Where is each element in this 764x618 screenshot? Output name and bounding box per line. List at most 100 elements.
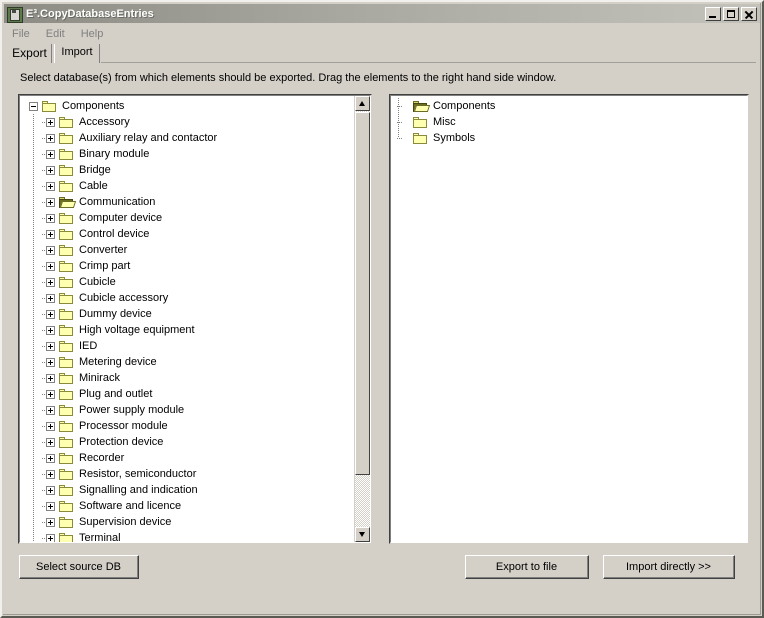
tree-item[interactable]: Dummy device	[20, 306, 370, 322]
expand-icon[interactable]	[46, 325, 55, 335]
tree-item[interactable]: Power supply module	[20, 402, 370, 418]
tree-item[interactable]: Signalling and indication	[20, 482, 370, 498]
tab-import[interactable]: Import	[54, 44, 100, 63]
select-source-db-button[interactable]: Select source DB	[19, 555, 139, 579]
folder-closed-icon	[59, 484, 75, 497]
scroll-down-icon[interactable]	[355, 527, 370, 542]
import-directly-button[interactable]: Import directly >>	[603, 555, 735, 579]
tree-item[interactable]: Components	[391, 98, 747, 114]
scroll-up-icon[interactable]	[355, 96, 370, 111]
expand-icon[interactable]	[46, 517, 55, 527]
tree-item[interactable]: Converter	[20, 242, 370, 258]
tree-item-label: Protection device	[79, 435, 164, 448]
tree-item[interactable]: Supervision device	[20, 514, 370, 530]
tree-item-label: Binary module	[79, 147, 150, 160]
menu-item-help[interactable]: Help	[81, 27, 112, 41]
tree-item[interactable]: Control device	[20, 226, 370, 242]
tree-item[interactable]: Cubicle accessory	[20, 290, 370, 306]
tab-underline	[101, 62, 756, 63]
tree-item[interactable]: Binary module	[20, 146, 370, 162]
tree-item-label: Power supply module	[79, 403, 185, 416]
expand-icon[interactable]	[46, 405, 55, 415]
target-tree[interactable]: Components Misc Symbols	[391, 98, 747, 146]
title-bar[interactable]: E³.CopyDatabaseEntries	[4, 4, 760, 23]
app-icon	[6, 6, 23, 23]
expand-icon[interactable]	[46, 373, 55, 383]
maximize-button[interactable]	[723, 6, 739, 21]
tab-strip: Export Import	[8, 44, 756, 64]
folder-closed-icon	[59, 532, 75, 542]
tree-item[interactable]: Recorder	[20, 450, 370, 466]
folder-closed-icon	[59, 132, 75, 145]
tree-item[interactable]: Accessory	[20, 114, 370, 130]
tree-item[interactable]: Crimp part	[20, 258, 370, 274]
folder-closed-icon	[59, 356, 75, 369]
folder-closed-icon	[59, 372, 75, 385]
expand-icon[interactable]	[46, 245, 55, 255]
tree-item-label: Software and licence	[79, 499, 182, 512]
tree-item[interactable]: Misc	[391, 114, 747, 130]
expand-icon[interactable]	[46, 293, 55, 303]
tree-item[interactable]: Cubicle	[20, 274, 370, 290]
expand-icon[interactable]	[46, 357, 55, 367]
expand-icon[interactable]	[46, 469, 55, 479]
tree-item[interactable]: Bridge	[20, 162, 370, 178]
close-button[interactable]	[741, 6, 757, 21]
source-tree-scrollbar[interactable]	[354, 96, 370, 542]
tree-item[interactable]: Minirack	[20, 370, 370, 386]
folder-closed-icon	[59, 452, 75, 465]
expand-icon[interactable]	[46, 421, 55, 431]
tree-item[interactable]: Processor module	[20, 418, 370, 434]
tree-item[interactable]: Communication	[20, 194, 370, 210]
collapse-icon[interactable]	[29, 101, 38, 111]
tree-item[interactable]: Computer device	[20, 210, 370, 226]
tree-item[interactable]: Plug and outlet	[20, 386, 370, 402]
folder-closed-icon	[59, 500, 75, 513]
tree-item[interactable]: Software and licence	[20, 498, 370, 514]
expand-icon[interactable]	[46, 261, 55, 271]
expand-icon[interactable]	[46, 341, 55, 351]
folder-closed-icon	[413, 116, 429, 129]
export-to-file-button[interactable]: Export to file	[465, 555, 589, 579]
expand-icon[interactable]	[46, 389, 55, 399]
tree-item-label: Cubicle accessory	[79, 291, 169, 304]
expand-icon[interactable]	[46, 485, 55, 495]
tree-item-label: Control device	[79, 227, 150, 240]
expand-icon[interactable]	[46, 197, 55, 207]
expand-icon[interactable]	[46, 213, 55, 223]
tree-item[interactable]: Symbols	[391, 130, 747, 146]
expand-icon[interactable]	[46, 437, 55, 447]
tree-item[interactable]: Cable	[20, 178, 370, 194]
expand-icon[interactable]	[46, 149, 55, 159]
minimize-button[interactable]	[705, 6, 721, 21]
tree-item[interactable]: Protection device	[20, 434, 370, 450]
tree-item[interactable]: Terminal	[20, 530, 370, 542]
scrollbar-thumb[interactable]	[355, 112, 370, 475]
target-database-tree-panel[interactable]: Components Misc Symbols	[390, 95, 748, 543]
application-window: E³.CopyDatabaseEntries File Edit Help Ex…	[0, 0, 764, 618]
expand-icon[interactable]	[46, 229, 55, 239]
expand-icon[interactable]	[46, 165, 55, 175]
expand-icon[interactable]	[46, 501, 55, 511]
tree-item[interactable]: High voltage equipment	[20, 322, 370, 338]
source-database-tree-panel[interactable]: Components Accessory Auxiliary relay and c…	[19, 95, 371, 543]
expand-icon[interactable]	[46, 453, 55, 463]
expand-icon[interactable]	[46, 181, 55, 191]
tree-item[interactable]: Resistor, semiconductor	[20, 466, 370, 482]
window-title: E³.CopyDatabaseEntries	[26, 7, 154, 20]
instruction-text: Select database(s) from which elements s…	[20, 72, 557, 84]
expand-icon[interactable]	[46, 133, 55, 143]
tree-item[interactable]: Components	[20, 98, 370, 114]
expand-icon[interactable]	[46, 309, 55, 319]
tree-item[interactable]: Auxiliary relay and contactor	[20, 130, 370, 146]
tab-export[interactable]: Export	[8, 44, 52, 63]
tree-item[interactable]: Metering device	[20, 354, 370, 370]
source-tree[interactable]: Components Accessory Auxiliary relay and c…	[20, 98, 370, 542]
tree-item[interactable]: IED	[20, 338, 370, 354]
menu-item-edit[interactable]: Edit	[46, 27, 73, 41]
tree-item-label: Misc	[433, 115, 456, 128]
expand-icon[interactable]	[46, 117, 55, 127]
expand-icon[interactable]	[46, 533, 55, 542]
expand-icon[interactable]	[46, 277, 55, 287]
menu-item-file[interactable]: File	[12, 27, 38, 41]
